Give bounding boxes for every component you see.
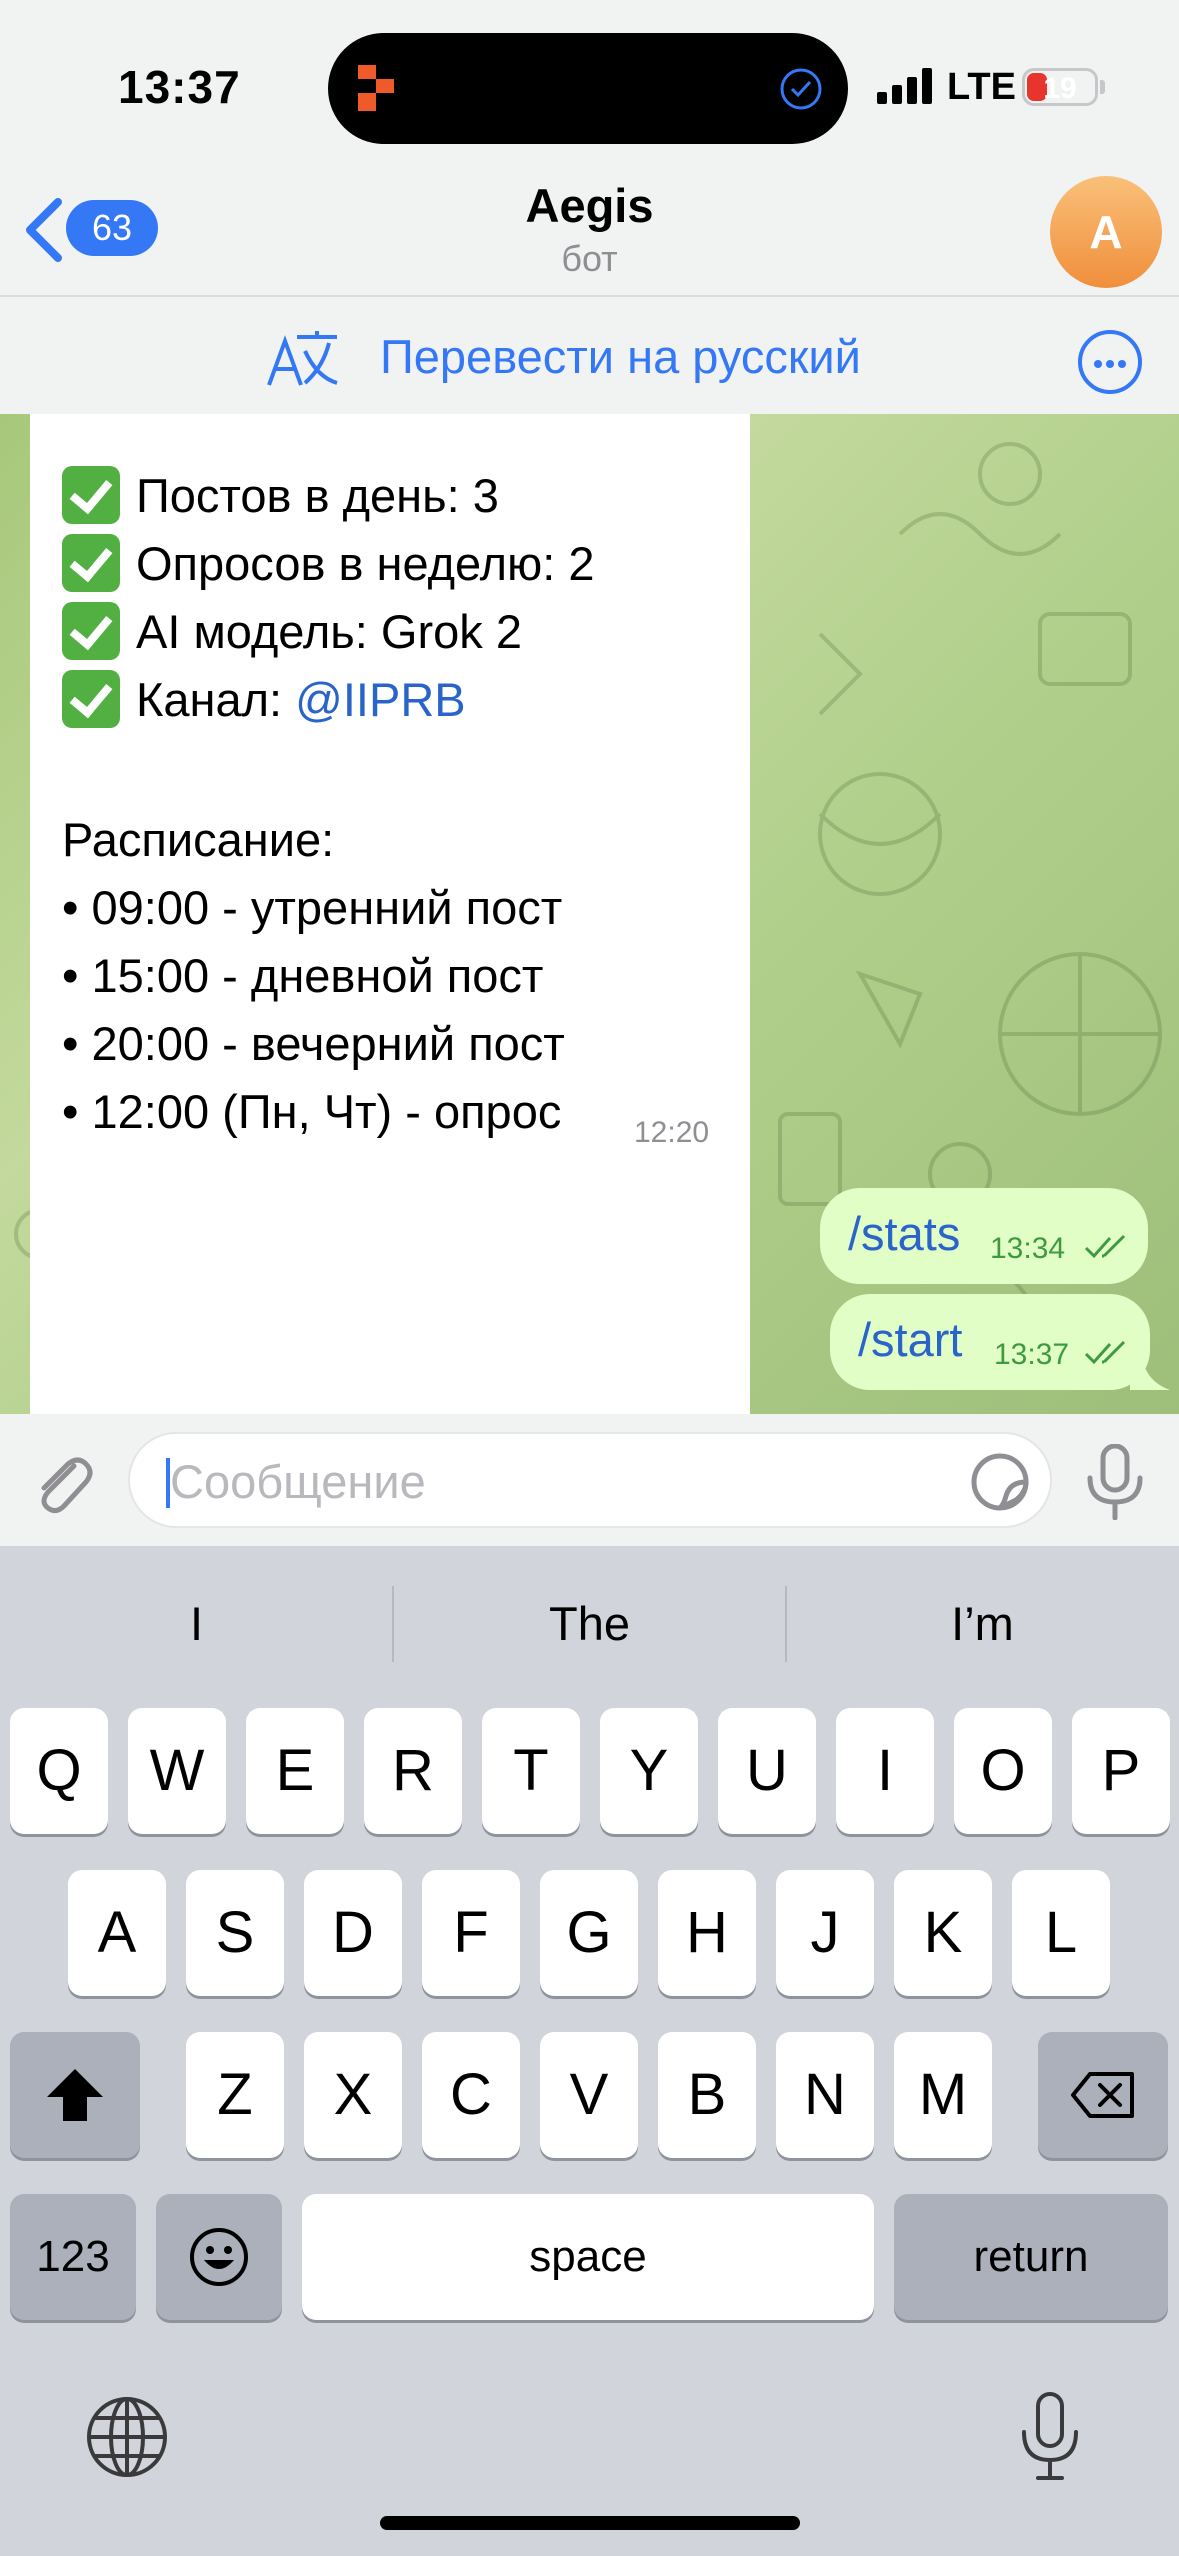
shift-icon [47,2069,103,2121]
top-bar: 13:37 LTE 19 63 Aegis бот A [0,0,1179,295]
key[interactable]: S [186,1870,284,1996]
key[interactable]: T [482,1708,580,1834]
key[interactable]: B [658,2032,756,2158]
battery-level: 19 [1043,72,1077,105]
key[interactable]: N [776,2032,874,2158]
schedule-item: • 20:00 - вечерний пост [62,1017,565,1070]
check-icon [62,534,120,592]
schedule-item: • 12:00 (Пн, Чт) - опрос [62,1085,562,1138]
sticker-icon[interactable] [970,1452,1030,1512]
paperclip-icon[interactable] [28,1450,98,1520]
key[interactable]: E [246,1708,344,1834]
key[interactable]: O [954,1708,1052,1834]
bot-line-polls: Опросов в неделю: 2 [62,534,595,592]
suggestion[interactable]: I [0,1596,393,1651]
signal-icon [877,68,932,104]
home-indicator[interactable] [380,2516,800,2530]
key[interactable]: P [1072,1708,1170,1834]
double-check-icon [1084,1234,1126,1259]
key[interactable]: F [422,1870,520,1996]
key[interactable]: R [364,1708,462,1834]
key[interactable]: I [836,1708,934,1834]
key[interactable]: A [68,1870,166,1996]
checkmark-circle-icon [780,68,822,110]
bot-line-posts: Постов в день: 3 [62,466,499,524]
command-text[interactable]: /stats [848,1206,960,1261]
outgoing-message[interactable]: /start 13:37 [830,1294,1150,1390]
message-input-field[interactable] [128,1432,1052,1528]
app-activity-icon [358,65,394,111]
translate-button[interactable]: Перевести на русский [380,329,861,384]
chat-area[interactable]: Постов в день: 3 Опросов в неделю: 2 AI … [0,414,1179,1414]
key[interactable]: V [540,2032,638,2158]
key[interactable]: K [894,1870,992,1996]
translate-bar: Перевести на русский [0,295,1179,414]
status-time: 13:37 [118,61,241,113]
bot-line-model: AI модель: Grok 2 [62,602,522,660]
channel-link[interactable]: @IIPRB [295,673,465,726]
space-key[interactable]: space [302,2194,874,2320]
check-icon [62,466,120,524]
network-type: LTE [947,66,1016,108]
dictation-icon[interactable] [1018,2390,1082,2482]
suggestion[interactable]: I’m [786,1596,1179,1651]
schedule-item: • 15:00 - дневной пост [62,949,544,1002]
chat-title[interactable]: Aegis [0,178,1179,233]
key[interactable]: L [1012,1870,1110,1996]
suggestion[interactable]: The [393,1596,786,1651]
emoji-icon [190,2228,248,2286]
avatar[interactable]: A [1050,176,1162,288]
message-time: 13:34 [990,1232,1066,1265]
return-key[interactable]: return [894,2194,1168,2320]
translate-icon[interactable] [265,327,341,389]
key[interactable]: U [718,1708,816,1834]
key[interactable]: H [658,1870,756,1996]
message-tail [1130,1350,1170,1390]
emoji-key[interactable] [156,2194,282,2320]
message-input[interactable] [170,1450,950,1512]
bot-line-channel: Канал: @IIPRB [62,670,466,728]
battery-icon: 19 [1022,68,1098,106]
key[interactable]: Y [600,1708,698,1834]
shift-key[interactable] [10,2032,140,2158]
schedule-title: Расписание: [62,813,335,866]
key[interactable]: W [128,1708,226,1834]
input-bar [0,1414,1179,1546]
double-check-icon [1084,1340,1126,1365]
key[interactable]: D [304,1870,402,1996]
dynamic-island [328,33,848,144]
battery-nub [1100,80,1105,94]
check-icon [62,602,120,660]
numbers-key[interactable]: 123 [10,2194,136,2320]
command-text[interactable]: /start [858,1312,962,1367]
check-icon [62,670,120,728]
schedule-item: • 09:00 - утренний пост [62,881,563,934]
microphone-icon[interactable] [1084,1444,1146,1520]
message-time: 13:37 [994,1338,1070,1371]
chat-subtitle: бот [561,238,618,279]
key[interactable]: C [422,2032,520,2158]
key[interactable]: Z [186,2032,284,2158]
key[interactable]: G [540,1870,638,1996]
key[interactable]: Q [10,1708,108,1834]
outgoing-message[interactable]: /stats 13:34 [820,1188,1148,1284]
message-time: 12:20 [634,1116,710,1149]
backspace-key[interactable] [1038,2032,1168,2158]
more-options-icon[interactable] [1078,330,1142,394]
globe-icon[interactable] [84,2394,170,2480]
backspace-icon [1071,2072,1134,2118]
keyboard: I The I’m Q W E R T Y U I O P A S D F G … [0,1546,1179,2556]
key[interactable]: M [894,2032,992,2158]
key[interactable]: X [304,2032,402,2158]
key[interactable]: J [776,1870,874,1996]
